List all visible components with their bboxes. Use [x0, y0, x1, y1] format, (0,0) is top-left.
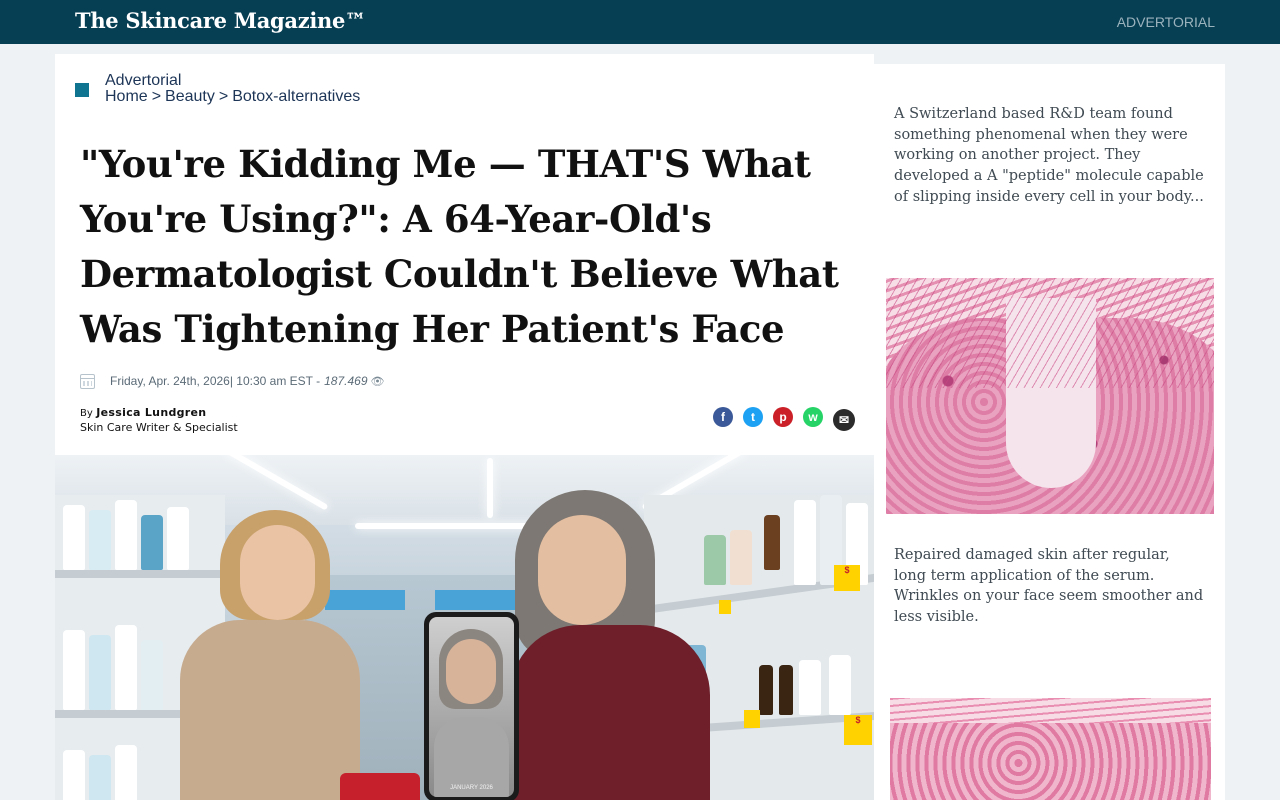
repaired-skin-image — [890, 698, 1211, 800]
phone-screen: JANUARY 2026 — [429, 617, 514, 797]
publish-date: Friday, Apr. 24th, 2026| 10:30 am EST - — [110, 374, 321, 388]
category-marker — [75, 83, 89, 97]
patient-face — [538, 515, 626, 625]
pinterest-icon[interactable]: p — [773, 407, 793, 427]
product-bottle — [799, 660, 821, 715]
product-bottle — [829, 655, 851, 715]
view-count: 187.469 — [324, 374, 368, 388]
product-bottle — [115, 625, 137, 710]
shelf-plank — [55, 570, 225, 578]
author-name: Jessica Lundgren — [96, 406, 207, 419]
breadcrumb: Home > Beauty > Botox-alternatives — [105, 88, 360, 106]
product-bottle — [89, 510, 111, 570]
breadcrumb-home[interactable]: Home — [105, 88, 148, 105]
product-bottle — [167, 507, 189, 570]
byline-prefix: By — [80, 408, 93, 419]
price-tag — [744, 710, 760, 728]
phone-caption: JANUARY 2026 — [450, 785, 493, 791]
article-card: Advertorial Home > Beauty > Botox-alternativ… — [55, 54, 874, 800]
whatsapp-icon[interactable]: w — [803, 407, 823, 427]
serum-bottle — [779, 665, 793, 715]
product-bottle — [63, 750, 85, 800]
tissue-cells — [890, 723, 1211, 800]
serum-bottle — [759, 665, 773, 715]
product-bottle — [141, 640, 163, 710]
article-meta: Friday, Apr. 24th, 2026| 10:30 am EST - … — [80, 372, 384, 390]
phone-photo: JANUARY 2026 — [424, 612, 519, 800]
author-title: Skin Care Writer & Specialist — [80, 421, 238, 434]
customer-face — [240, 525, 315, 620]
product-bottle — [63, 630, 85, 710]
sidebar-text-discovery: A Switzerland based R&D team found somet… — [894, 106, 1204, 205]
article-headline: "You're Kidding Me — THAT'S What You're … — [80, 142, 839, 351]
email-icon[interactable]: ✉ — [833, 409, 855, 431]
phone-photo-face — [446, 639, 496, 704]
sidebar: A Switzerland based R&D team found somet… — [874, 64, 1225, 800]
aisle-sign — [325, 590, 405, 610]
tissue-fibers — [886, 278, 1214, 388]
price-tag: $ — [834, 565, 860, 591]
shopping-basket — [340, 773, 420, 800]
product-bottle — [730, 530, 752, 585]
price-tag — [719, 600, 731, 614]
skin-tissue-image — [886, 278, 1214, 514]
patient-woman — [510, 625, 710, 800]
ceiling-light — [487, 458, 493, 518]
aisle-sign — [435, 590, 515, 610]
breadcrumb-separator: > — [218, 88, 229, 105]
product-bottle — [63, 505, 85, 570]
eye-icon: 👁 — [370, 375, 385, 388]
product-bottle — [115, 500, 137, 570]
site-logo[interactable]: The Skincare Magazine™ — [75, 8, 366, 33]
price-tag: $ — [844, 715, 872, 745]
serum-bottle — [764, 515, 780, 570]
breadcrumb-separator: > — [151, 88, 162, 105]
facebook-icon[interactable]: f — [713, 407, 733, 427]
product-bottle — [89, 635, 111, 710]
hero-image: $ $ JANUARY 2026 — [55, 455, 874, 800]
product-bottle — [115, 745, 137, 800]
product-bottle — [141, 515, 163, 570]
customer-woman — [180, 620, 360, 800]
twitter-icon[interactable]: t — [743, 407, 763, 427]
share-buttons: f t p w ✉ — [713, 407, 855, 431]
breadcrumb-beauty[interactable]: Beauty — [165, 88, 215, 105]
product-bottle — [704, 535, 726, 585]
product-bottle — [89, 755, 111, 800]
calendar-icon — [80, 373, 95, 389]
breadcrumb-section[interactable]: Botox-alternatives — [232, 88, 360, 105]
advertorial-label: ADVERTORIAL — [1116, 14, 1215, 30]
byline: By Jessica Lundgren — [80, 406, 206, 419]
sidebar-text-results: Repaired damaged skin after regular, lon… — [894, 547, 1204, 626]
product-bottle — [794, 500, 816, 585]
top-bar: The Skincare Magazine™ ADVERTORIAL — [0, 0, 1280, 44]
